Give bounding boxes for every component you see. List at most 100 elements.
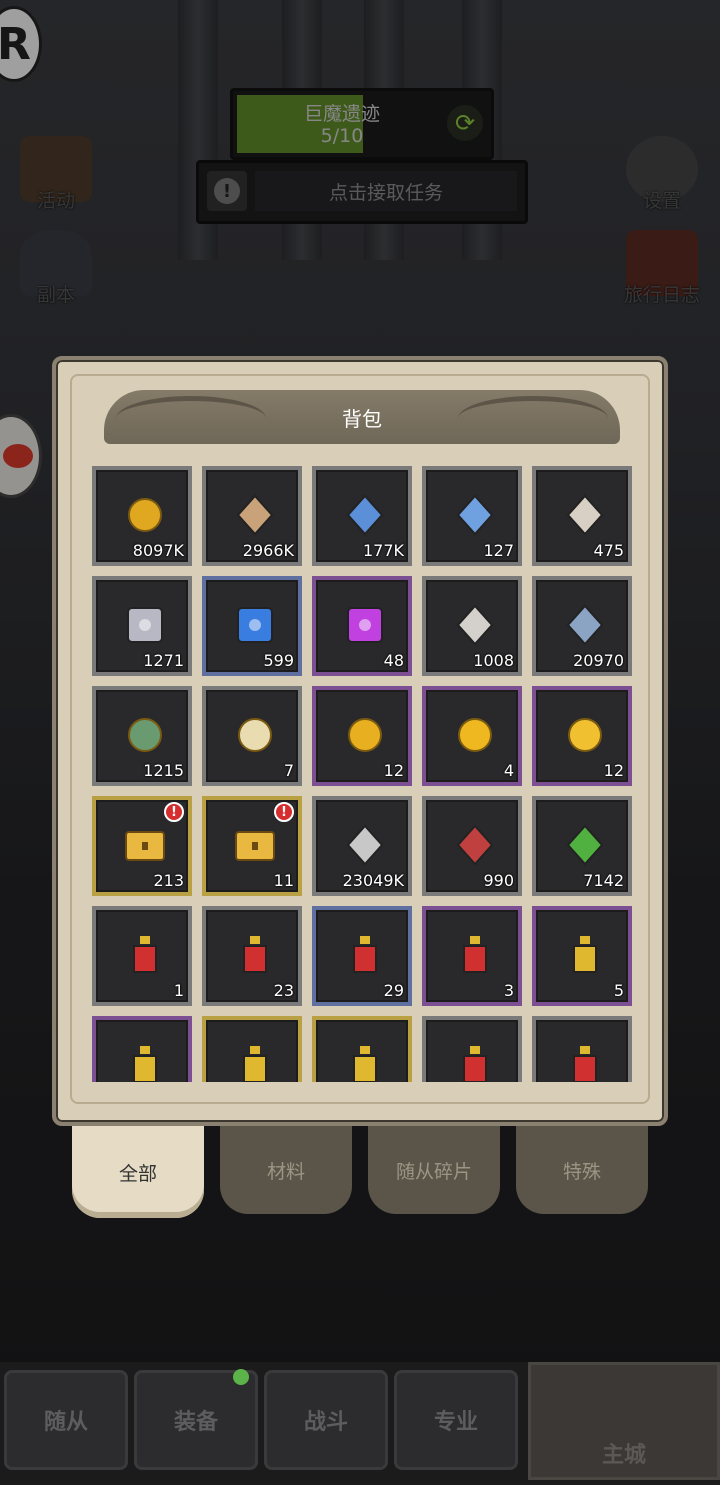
gray-puzzle-icon [127,607,163,643]
tab-all[interactable]: 全部 [72,1126,204,1218]
inventory-slot[interactable] [532,1016,632,1082]
item-count: 3 [503,981,514,1000]
inventory-slot[interactable]: 1271 [92,576,192,676]
item-count: 1215 [143,761,184,780]
tab-materials[interactable]: 材料 [220,1126,352,1214]
treasure-chest-icon [235,831,275,861]
item-count: 127 [483,541,514,560]
inventory-slot[interactable]: 11! [202,796,302,896]
item-count: 11 [273,871,294,890]
gold-ingot-icon [458,718,492,752]
inventory-slot[interactable] [202,1016,302,1082]
item-count: 213 [153,871,184,890]
item-count: 1271 [143,651,184,670]
inventory-slot[interactable]: 29 [312,906,412,1006]
inventory-slot[interactable]: 1215 [92,686,192,786]
nav-label: 随从 [43,1410,88,1435]
blue-puzzle-icon [237,607,273,643]
nav-label: 专业 [433,1410,478,1435]
inventory-slot[interactable]: 1008 [422,576,522,676]
inventory-slot[interactable]: 7 [202,686,302,786]
inventory-slot[interactable]: 4 [422,686,522,786]
nav-label: 战斗 [303,1410,348,1435]
item-count: 12 [383,761,404,780]
nav-battle[interactable]: 战斗 [264,1370,388,1470]
inventory-slot[interactable]: 7142 [532,796,632,896]
inventory-slot[interactable]: 5 [532,906,632,1006]
item-count: 29 [383,981,404,1000]
backpack-header: 背包 [104,390,620,444]
notification-dot [233,1369,249,1385]
item-count: 20970 [573,651,624,670]
inventory-slot[interactable] [312,1016,412,1082]
jade-coin-icon [128,718,162,752]
inventory-slot[interactable]: 8097K [92,466,192,566]
red-bottle-icon [463,936,487,973]
inventory-slot[interactable]: 23049K [312,796,412,896]
inventory-slot[interactable]: 475 [532,466,632,566]
item-count: 4 [503,761,514,780]
item-count: 1008 [473,651,514,670]
red-potion-icon [463,1046,487,1082]
inventory-slot[interactable]: 599 [202,576,302,676]
blue-rune-stone-icon [346,494,384,536]
item-count: 8097K [132,541,184,560]
inventory-slot[interactable]: 3 [422,906,522,1006]
nav-label: 主城 [601,1443,646,1468]
inventory-slot[interactable]: 177K [312,466,412,566]
item-count: 599 [263,651,294,670]
alert-badge: ! [274,802,294,822]
inventory-slot[interactable]: 20970 [532,576,632,676]
tab-label: 随从碎片 [395,1160,472,1183]
item-count: 12 [603,761,624,780]
star-badge-icon [348,718,382,752]
item-count: 990 [483,871,514,890]
item-count: 1 [173,981,184,1000]
nav-label: 装备 [173,1410,218,1435]
nav-followers[interactable]: 随从 [4,1370,128,1470]
wood-log-icon [236,494,274,536]
header-ornament [116,396,266,441]
inventory-slot[interactable] [422,1016,522,1082]
red-potion-icon [133,936,157,973]
nav-main-city[interactable]: 主城 [528,1362,720,1480]
inventory-slot[interactable] [92,1016,192,1082]
item-count: 5 [613,981,624,1000]
rune-stone-icon [456,604,494,646]
nav-equipment[interactable]: 装备 [134,1369,258,1470]
trophy-icon [456,824,494,866]
tab-label: 材料 [266,1160,305,1183]
inventory-slot[interactable]: 12 [532,686,632,786]
ore-icon [566,604,604,646]
gold-flask-icon [133,1046,157,1082]
inventory-slot[interactable]: 1 [92,906,192,1006]
bottom-nav: 随从 装备 战斗 专业 主城 [0,1362,720,1485]
gold-mushroom-icon [568,718,602,752]
treasure-chest-icon [125,831,165,861]
inventory-slot[interactable]: 2966K [202,466,302,566]
backpack-tabs: 全部 材料 随从碎片 特殊 [72,1126,652,1218]
red-potion-icon [243,936,267,973]
tab-label: 特殊 [562,1160,601,1183]
scroll-icon [566,494,604,536]
crossed-swords-icon [346,824,384,866]
inventory-slot[interactable]: 990 [422,796,522,896]
red-potion-icon [573,1046,597,1082]
gold-bottle-icon [243,1046,267,1082]
crystal-shard-icon [456,494,494,536]
nav-profession[interactable]: 专业 [394,1370,518,1470]
inventory-slot[interactable]: 12 [312,686,412,786]
inventory-slot[interactable]: 127 [422,466,522,566]
gold-coin-icon [128,498,162,532]
gold-lantern-icon [353,1046,377,1082]
inventory-slot[interactable]: 23 [202,906,302,1006]
tab-label: 全部 [118,1162,157,1185]
item-count: 23 [273,981,294,1000]
inventory-slot[interactable]: 48 [312,576,412,676]
header-ornament [458,396,608,441]
item-grid[interactable]: 8097K 2966K 177K 127 475 1271 599 48 1008 20970 12… [92,466,636,1082]
ring-stone-icon [238,718,272,752]
tab-special[interactable]: 特殊 [516,1126,648,1214]
inventory-slot[interactable]: 213! [92,796,192,896]
tab-follower-shards[interactable]: 随从碎片 [368,1126,500,1214]
